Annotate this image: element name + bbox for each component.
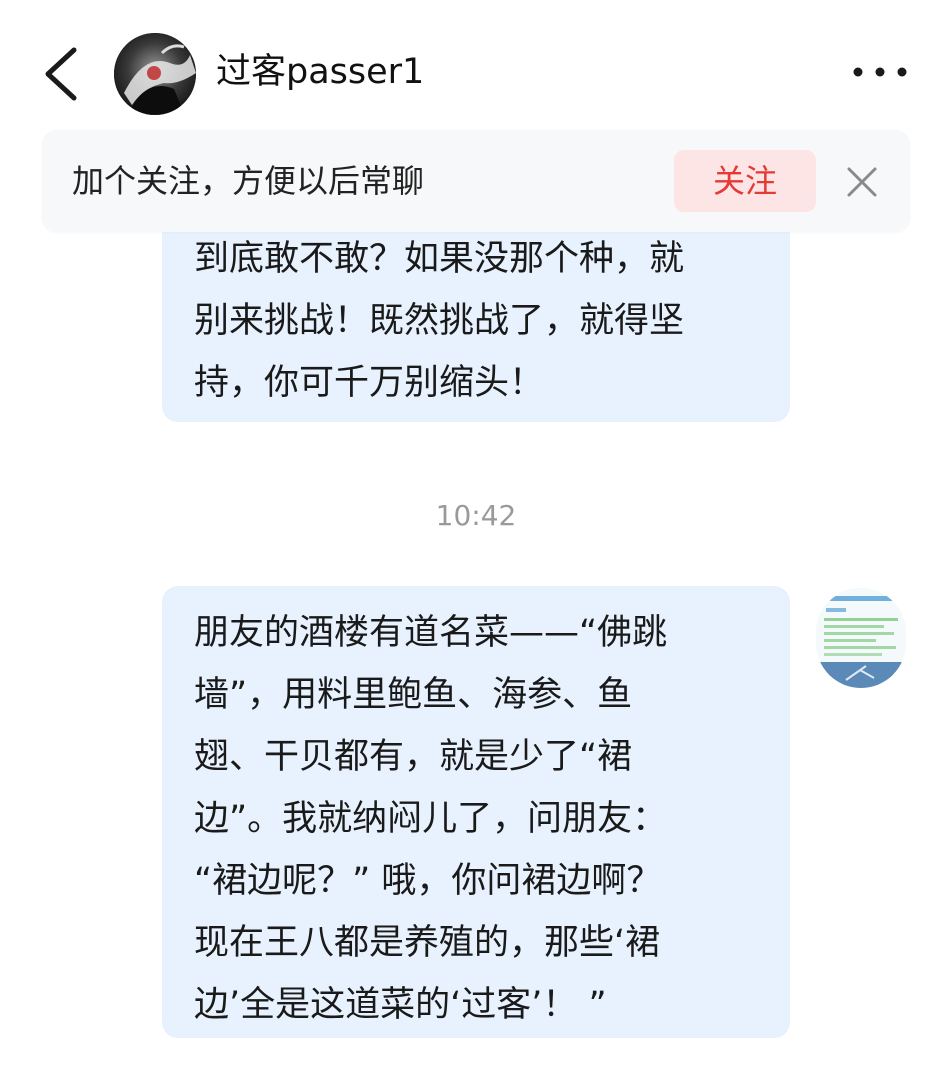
- follow-button[interactable]: 关注: [674, 150, 816, 212]
- follow-prompt-text: 加个关注，方便以后常聊: [72, 162, 425, 200]
- own-avatar[interactable]: [816, 588, 906, 688]
- message-line: “裙边呢？” 哦，你问裙边啊？: [194, 861, 662, 901]
- back-button[interactable]: [38, 44, 86, 104]
- chat-header: 过客passer1: [0, 0, 952, 140]
- contact-avatar[interactable]: [114, 33, 196, 115]
- message-line: 翅、干贝都有，就是少了“裙: [194, 737, 633, 777]
- message-line: 持，你可千万别缩头！: [194, 363, 545, 403]
- more-horizontal-icon: [853, 67, 907, 77]
- message-line: 现在王八都是养殖的，那些‘裙: [194, 923, 661, 963]
- contact-name[interactable]: 过客passer1: [216, 50, 424, 94]
- message-bubble[interactable]: 朋友的酒楼有道名菜——“佛跳 墙”，用料里鲍鱼、海参、鱼 翅、干贝都有，就是少了…: [162, 586, 790, 1038]
- message-timestamp: 10:42: [435, 499, 517, 532]
- more-button[interactable]: [850, 60, 910, 84]
- message-line: 到底敢不敢？如果没那个种，就: [194, 239, 685, 279]
- message-line: 边’全是这道菜的‘过客’！ ”: [194, 985, 607, 1025]
- message-line: 边”。我就纳闷儿了，问朋友：: [194, 799, 668, 839]
- message-line: 别来挑战！既然挑战了，就得坚: [194, 301, 685, 341]
- message-line: 墙”，用料里鲍鱼、海参、鱼: [194, 675, 633, 715]
- message-bubble[interactable]: 到底敢不敢？如果没那个种，就 别来挑战！既然挑战了，就得坚 持，你可千万别缩头！: [162, 200, 790, 422]
- message-line: 朋友的酒楼有道名菜——“佛跳: [194, 613, 668, 653]
- dismiss-banner-button[interactable]: [846, 166, 878, 198]
- follow-banner: 加个关注，方便以后常聊 关注: [42, 130, 910, 232]
- chevron-left-icon: [45, 47, 77, 101]
- close-icon: [847, 167, 877, 197]
